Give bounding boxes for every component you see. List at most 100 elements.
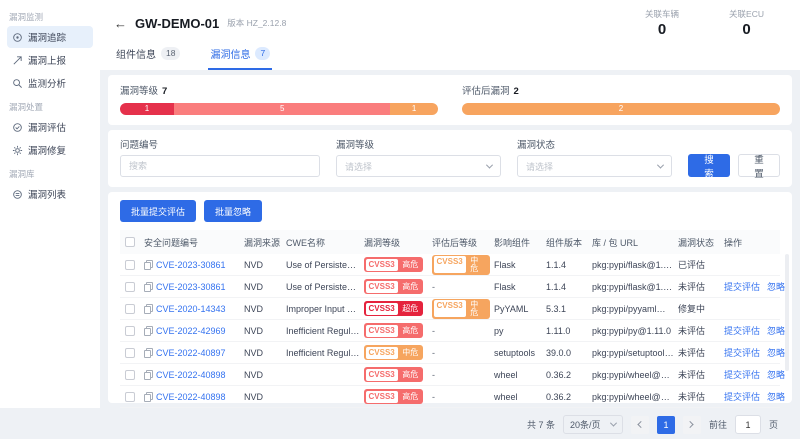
severity-level-label: 中危: [467, 299, 490, 319]
table-scrollbar[interactable]: [785, 254, 789, 371]
copy-icon[interactable]: [144, 392, 152, 401]
search-button[interactable]: 搜索: [688, 154, 730, 177]
status-cell: 未评估: [678, 368, 724, 381]
select-placeholder: 请选择: [526, 160, 553, 173]
batch-submit-assess-button[interactable]: 批量提交评估: [120, 200, 196, 222]
sidebar-item-label: 漏洞评估: [28, 120, 66, 134]
sidebar-item-label: 监测分析: [28, 76, 66, 90]
copy-icon[interactable]: [144, 348, 152, 357]
reset-button[interactable]: 重置: [738, 154, 780, 177]
severity-badge: CVSS3中危: [432, 299, 490, 319]
purl-cell: pkg:pypi/flask@1.1.4: [592, 282, 678, 292]
batch-ignore-button[interactable]: 批量忽略: [204, 200, 262, 222]
cve-link[interactable]: CVE-2023-30861: [156, 260, 226, 270]
copy-icon[interactable]: [144, 260, 152, 269]
table-row: CVE-2022-40898NVDCVSS3高危-wheel0.36.2pkg:…: [120, 386, 780, 408]
status-cell: 未评估: [678, 324, 724, 337]
field-label: 漏洞状态: [517, 137, 672, 151]
tab-component-info[interactable]: 组件信息 18: [114, 40, 182, 70]
assessed-severity-cell: -: [432, 348, 494, 358]
severity-level-label: 高危: [399, 389, 423, 404]
sidebar-item-vuln-repair[interactable]: 漏洞修复: [7, 139, 93, 161]
assessed-severity-cell: -: [432, 282, 494, 292]
list-icon: [12, 189, 23, 200]
purl-cell: pkg:pypi/pyyaml@5.3.1: [592, 304, 678, 314]
action-link[interactable]: 提交评估: [724, 390, 760, 403]
action-link[interactable]: 提交评估: [724, 280, 760, 293]
action-link[interactable]: 忽略: [767, 280, 785, 293]
row-checkbox[interactable]: [125, 348, 135, 358]
action-link[interactable]: 提交评估: [724, 346, 760, 359]
next-page-button[interactable]: [683, 416, 701, 434]
prev-page-button[interactable]: [631, 416, 649, 434]
copy-icon[interactable]: [144, 304, 152, 313]
page-suffix-label: 页: [769, 418, 778, 431]
sidebar-item-vuln-assess[interactable]: 漏洞评估: [7, 116, 93, 138]
action-link[interactable]: 忽略: [767, 368, 785, 381]
sidebar-item-vuln-track[interactable]: 漏洞追踪: [7, 26, 93, 48]
status-cell: 已评估: [678, 258, 724, 271]
page-number-button[interactable]: 1: [657, 416, 675, 434]
vuln-level-bar: 151: [120, 103, 438, 115]
tab-count-badge: 7: [255, 47, 270, 60]
table-row: CVE-2022-42969NVDInefficient Regular Ex.…: [120, 320, 780, 342]
status-select[interactable]: 请选择: [517, 155, 672, 177]
row-checkbox[interactable]: [125, 304, 135, 314]
cve-link[interactable]: CVE-2023-30861: [156, 282, 226, 292]
copy-icon[interactable]: [144, 326, 152, 335]
assessed-severity-cell: -: [432, 370, 494, 380]
issue-id-input[interactable]: [120, 155, 320, 177]
purl-cell: pkg:pypi/flask@1.1.4: [592, 260, 678, 270]
cwe-name-cell: Improper Input Valid...: [286, 304, 364, 314]
summary-title: 评估后漏洞2: [462, 83, 780, 97]
row-checkbox[interactable]: [125, 326, 135, 336]
table-row: CVE-2022-40897NVDInefficient Regular Ex.…: [120, 342, 780, 364]
tab-vuln-info[interactable]: 漏洞信息 7: [208, 40, 272, 70]
version-cell: 1.11.0: [546, 326, 592, 336]
cve-link[interactable]: CVE-2022-40898: [156, 370, 226, 380]
action-link[interactable]: 忽略: [767, 346, 785, 359]
stat-value: 0: [645, 21, 679, 38]
table-row: CVE-2023-30861NVDUse of Persistent Co...…: [120, 276, 780, 298]
table-row: CVE-2023-30861NVDUse of Persistent Co...…: [120, 254, 780, 276]
severity-cell: CVSS3高危: [364, 323, 432, 338]
sidebar-section-label: 漏洞处置: [9, 101, 91, 113]
row-checkbox[interactable]: [125, 260, 135, 270]
actions-cell: 提交评估忽略: [724, 324, 780, 337]
cve-link[interactable]: CVE-2022-40898: [156, 392, 226, 402]
cvss-version-label: CVSS3: [434, 300, 466, 317]
row-checkbox[interactable]: [125, 282, 135, 292]
row-checkbox[interactable]: [125, 370, 135, 380]
copy-icon[interactable]: [144, 282, 152, 291]
action-link[interactable]: 忽略: [767, 390, 785, 403]
sidebar-item-monitor-analysis[interactable]: 监测分析: [7, 72, 93, 94]
sidebar-item-vuln-report[interactable]: 漏洞上报: [7, 49, 93, 71]
back-arrow-icon[interactable]: ←: [114, 17, 127, 30]
tab-count-badge: 18: [161, 47, 180, 60]
row-checkbox-cell: [120, 282, 144, 292]
assessed-severity-cell: -: [432, 326, 494, 336]
sidebar-item-vuln-list[interactable]: 漏洞列表: [7, 183, 93, 205]
cve-link[interactable]: CVE-2022-40897: [156, 348, 226, 358]
version-cell: 5.3.1: [546, 304, 592, 314]
goto-page-input[interactable]: [735, 415, 761, 434]
row-checkbox[interactable]: [125, 392, 135, 402]
cve-link[interactable]: CVE-2022-42969: [156, 326, 226, 336]
page-size-value: 20条/页: [570, 418, 601, 431]
action-link[interactable]: 提交评估: [724, 324, 760, 337]
assessed-vuln-summary: 评估后漏洞2 2: [462, 83, 780, 115]
cve-link[interactable]: CVE-2020-14343: [156, 304, 226, 314]
select-all-checkbox[interactable]: [125, 237, 135, 247]
severity-level-label: 高危: [399, 323, 423, 338]
severity-select[interactable]: 请选择: [336, 155, 501, 177]
page-size-select[interactable]: 20条/页: [563, 415, 623, 434]
sidebar: 漏洞监测 漏洞追踪 漏洞上报 监测分析 漏洞处置 漏洞评估 漏洞修复 漏洞库 漏…: [0, 0, 100, 408]
cwe-name-cell: Use of Persistent Co...: [286, 282, 364, 292]
action-link[interactable]: 忽略: [767, 324, 785, 337]
copy-icon[interactable]: [144, 370, 152, 379]
field-label: 问题编号: [120, 137, 320, 151]
pagination: 共 7 条 20条/页 1 前往 页: [120, 408, 780, 439]
sidebar-item-label: 漏洞上报: [28, 53, 66, 67]
cvss-version-label: CVSS3: [434, 256, 466, 273]
action-link[interactable]: 提交评估: [724, 368, 760, 381]
